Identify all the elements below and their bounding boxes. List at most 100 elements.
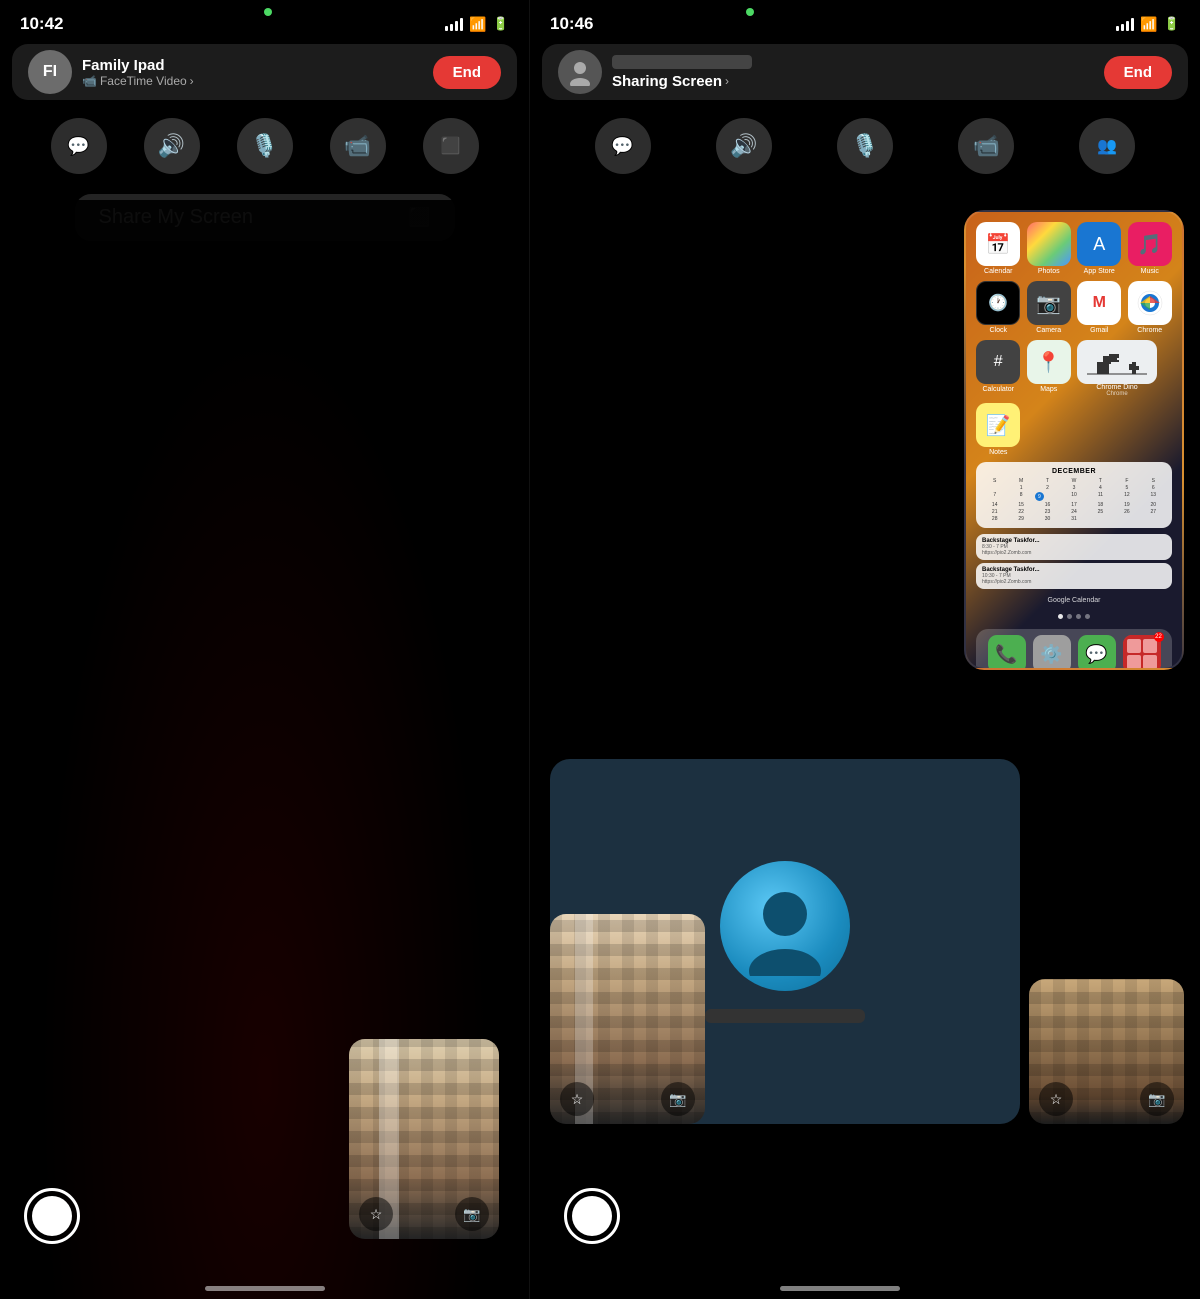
right-call-header: Sharing Screen › End	[542, 44, 1188, 100]
self-cam-controls: ☆ 📷	[550, 1082, 705, 1116]
battery-icon: 🔋	[493, 16, 509, 32]
app-gmail: M Gmail	[1077, 281, 1122, 334]
app-row-1: 📅 Calendar Photos A App Store 🎵 Music	[972, 222, 1176, 275]
self-cam-panel: ☆ 📷	[550, 914, 705, 1124]
app-maps: 📍 Maps	[1027, 340, 1072, 397]
app-photos: Photos	[1027, 222, 1072, 275]
cal-grid: SMTWTFS 123456 78910111213 1415161718192…	[982, 478, 1166, 522]
chrome-dino-label: Chrome Dino	[1096, 384, 1137, 391]
chevron-icon: ›	[190, 74, 194, 88]
share-my-screen-button[interactable]: Share My Screen ⬛	[75, 194, 455, 241]
share-screen-icon: ⬛	[408, 207, 430, 228]
left-call-header: FI Family Ipad 📹 FaceTime Video › End	[12, 44, 517, 100]
google-calendar-label: Google Calendar	[972, 597, 1176, 604]
left-message-btn[interactable]: 💬	[51, 118, 107, 174]
left-mic-btn[interactable]: 🎙️	[237, 118, 293, 174]
green-dot-right	[746, 8, 754, 16]
left-call-subtitle: 📹 FaceTime Video ›	[82, 74, 194, 88]
left-cam-controls: ☆ 📷	[349, 1197, 499, 1231]
ios-dock: 📞 ⚙️ 💬 22	[976, 629, 1172, 670]
left-favorite-btn[interactable]: ☆	[359, 1197, 393, 1231]
record-inner-circle	[32, 1196, 72, 1236]
third-cam-switch-btn[interactable]: 📷	[1140, 1082, 1174, 1116]
app-calculator: # Calculator	[976, 340, 1021, 397]
green-dot-left	[264, 8, 272, 16]
right-avatar	[558, 50, 602, 94]
left-call-name: Family Ipad	[82, 57, 194, 74]
app-chrome-dino: Chrome Dino Chrome	[1077, 340, 1172, 397]
screen-share-preview: 📅 Calendar Photos A App Store 🎵 Music	[964, 210, 1184, 670]
main-caller-avatar	[720, 861, 850, 991]
app-row-2: 🕐 Clock 📷 Camera M Gmail	[972, 281, 1176, 334]
app-row-3: # Calculator 📍 Maps	[972, 340, 1176, 397]
share-screen-label: Share My Screen	[99, 206, 254, 229]
right-end-button[interactable]: End	[1104, 56, 1172, 89]
page-dots	[972, 614, 1176, 619]
right-speaker-btn[interactable]: 🔊	[716, 118, 772, 174]
main-caller-name-redacted	[705, 1009, 865, 1023]
right-record-button[interactable]	[564, 1188, 620, 1244]
dock-badge: 22	[1154, 632, 1164, 642]
right-record-inner	[572, 1196, 612, 1236]
right-message-btn[interactable]: 💬	[595, 118, 651, 174]
left-controls-row: 💬 🔊 🎙️ 📹 ⬛	[12, 110, 517, 182]
right-battery-icon: 🔋	[1164, 16, 1180, 32]
left-share-screen-ctrl-btn[interactable]: ⬛	[423, 118, 479, 174]
left-video-btn[interactable]: 📹	[330, 118, 386, 174]
right-wifi-icon: 📶	[1140, 16, 1157, 33]
left-camera-switch-btn[interactable]: 📷	[455, 1197, 489, 1231]
right-status-bar: 10:46 📶 🔋	[530, 0, 1200, 44]
app-calendar: 📅 Calendar	[976, 222, 1021, 275]
dock-phone: 📞	[988, 635, 1026, 670]
left-end-button[interactable]: End	[433, 56, 501, 89]
record-button[interactable]	[24, 1188, 80, 1244]
calendar-widget: DECEMBER SMTWTFS 123456 78910111213 1415…	[976, 462, 1172, 528]
ios-home-screen: 📅 Calendar Photos A App Store 🎵 Music	[966, 212, 1182, 668]
app-notes: 📝 Notes	[976, 403, 1021, 456]
event-1: Backstage Taskfor... 8:30 - 7 PM https:/…	[976, 534, 1172, 560]
self-cam-switch-btn[interactable]: 📷	[661, 1082, 695, 1116]
right-video-btn[interactable]: 📹	[958, 118, 1014, 174]
cal-month: DECEMBER	[982, 468, 1166, 475]
app-clock: 🕐 Clock	[976, 281, 1021, 334]
third-cam-controls: ☆ 📷	[1029, 1082, 1184, 1116]
app-row-4: 📝 Notes	[972, 403, 1176, 456]
events-section: Backstage Taskfor... 8:30 - 7 PM https:/…	[976, 534, 1172, 589]
dock-settings: ⚙️	[1033, 635, 1071, 670]
left-home-indicator	[205, 1286, 325, 1291]
wifi-icon: 📶	[469, 16, 486, 33]
video-icon-small: 📹	[82, 74, 97, 88]
dock-messages: 💬	[1078, 635, 1116, 670]
left-status-icons: 📶 🔋	[445, 16, 509, 33]
right-mic-btn[interactable]: 🎙️	[837, 118, 893, 174]
right-status-icons: 📶 🔋	[1116, 16, 1180, 33]
sharing-chevron: ›	[725, 74, 729, 88]
left-speaker-btn[interactable]: 🔊	[144, 118, 200, 174]
right-phone: 10:46 📶 🔋	[530, 0, 1200, 1299]
chrome-sub-label: Chrome	[1106, 391, 1127, 397]
right-participants-btn[interactable]: 👥	[1079, 118, 1135, 174]
app-appstore: A App Store	[1077, 222, 1122, 275]
event-2: Backstage Taskfor... 10:30 - 7 PM https:…	[976, 563, 1172, 589]
left-time: 10:42	[20, 14, 63, 34]
dock-multi: 22	[1123, 635, 1161, 670]
right-controls-row: 💬 🔊 🎙️ 📹 👥	[542, 110, 1188, 182]
right-time: 10:46	[550, 14, 593, 34]
right-home-indicator	[780, 1286, 900, 1291]
left-phone: 10:42 📶 🔋 FI Family Ipad 📹 FaceTime Vide…	[0, 0, 530, 1299]
right-signal-icon	[1116, 17, 1134, 31]
left-avatar: FI	[28, 50, 72, 94]
sharing-screen-label: Sharing Screen	[612, 73, 722, 90]
left-status-bar: 10:42 📶 🔋	[0, 0, 529, 44]
right-call-subtitle: Sharing Screen ›	[612, 73, 752, 90]
self-cam-favorite-btn[interactable]: ☆	[560, 1082, 594, 1116]
third-caller-panel: ☆ 📷	[1029, 979, 1184, 1124]
left-self-cam: ☆ 📷	[349, 1039, 499, 1239]
signal-icon	[445, 17, 463, 31]
app-music: 🎵 Music	[1128, 222, 1173, 275]
today-marker: 9	[1035, 492, 1044, 501]
third-cam-favorite-btn[interactable]: ☆	[1039, 1082, 1073, 1116]
right-name-redacted	[612, 55, 752, 69]
app-camera: 📷 Camera	[1027, 281, 1072, 334]
app-chrome: Chrome	[1128, 281, 1173, 334]
